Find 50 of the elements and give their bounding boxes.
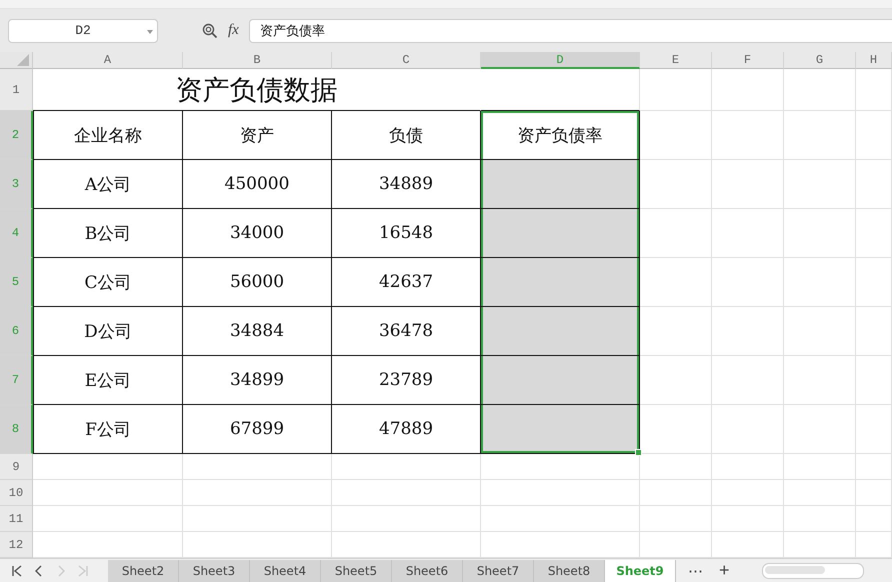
table-title: 资产负债数据	[33, 69, 481, 111]
table-cell: 34884	[183, 307, 332, 356]
sheet-tab[interactable]: Sheet5	[321, 560, 392, 582]
sheet-tab[interactable]: Sheet2	[108, 560, 179, 582]
table-cell: 34899	[183, 356, 332, 405]
table-cell: C公司	[33, 258, 183, 307]
corner-triangle-icon	[17, 54, 29, 66]
row-header[interactable]: 11	[0, 506, 33, 532]
table-cell: 450000	[183, 160, 332, 209]
table-cell: B公司	[33, 209, 183, 258]
fill-handle[interactable]	[635, 449, 642, 456]
table-cell: 资产负债率	[481, 111, 640, 160]
row-header[interactable]: 10	[0, 480, 33, 506]
column-header[interactable]: H	[856, 52, 892, 69]
last-sheet-icon[interactable]	[76, 564, 90, 578]
select-all-corner[interactable]	[0, 52, 33, 69]
formula-field[interactable]: 资产负债率	[248, 18, 892, 42]
sheet-tab[interactable]: Sheet7	[463, 560, 534, 582]
table-cell: 资产	[183, 111, 332, 160]
first-sheet-icon[interactable]	[10, 564, 24, 578]
row-header[interactable]: 12	[0, 532, 33, 558]
sheet-tab[interactable]: Sheet9	[605, 560, 676, 582]
sheet-tab[interactable]: Sheet3	[179, 560, 250, 582]
table-cell: 34000	[183, 209, 332, 258]
column-header[interactable]: A	[33, 52, 183, 69]
column-header[interactable]: G	[784, 52, 856, 69]
table-cell: E公司	[33, 356, 183, 405]
column-header[interactable]: C	[332, 52, 481, 69]
zoom-icon[interactable]	[202, 22, 218, 38]
sheet-tab[interactable]: Sheet4	[250, 560, 321, 582]
add-sheet-button[interactable]: +	[715, 560, 734, 581]
table-cell: 67899	[183, 405, 332, 454]
column-header[interactable]: F	[712, 52, 784, 69]
sheet-tab[interactable]: Sheet6	[392, 560, 463, 582]
name-box[interactable]: D2	[8, 18, 158, 42]
sheet-tab[interactable]: Sheet8	[534, 560, 605, 582]
row-header[interactable]: 1	[0, 69, 33, 111]
function-button[interactable]: fx	[226, 22, 241, 39]
table-cell: D公司	[33, 307, 183, 356]
more-sheets-button[interactable]: ⋯	[684, 562, 707, 580]
caret-icon	[147, 30, 153, 34]
table-cell: 56000	[183, 258, 332, 307]
horizontal-scrollbar[interactable]	[762, 562, 864, 578]
table-cell: 企业名称	[33, 111, 183, 160]
table-cell: F公司	[33, 405, 183, 454]
table-cell: 负债	[332, 111, 481, 160]
column-header[interactable]: B	[183, 52, 332, 69]
column-header[interactable]: E	[640, 52, 712, 69]
row-header[interactable]: 9	[0, 454, 33, 480]
table-cell: A公司	[33, 160, 183, 209]
